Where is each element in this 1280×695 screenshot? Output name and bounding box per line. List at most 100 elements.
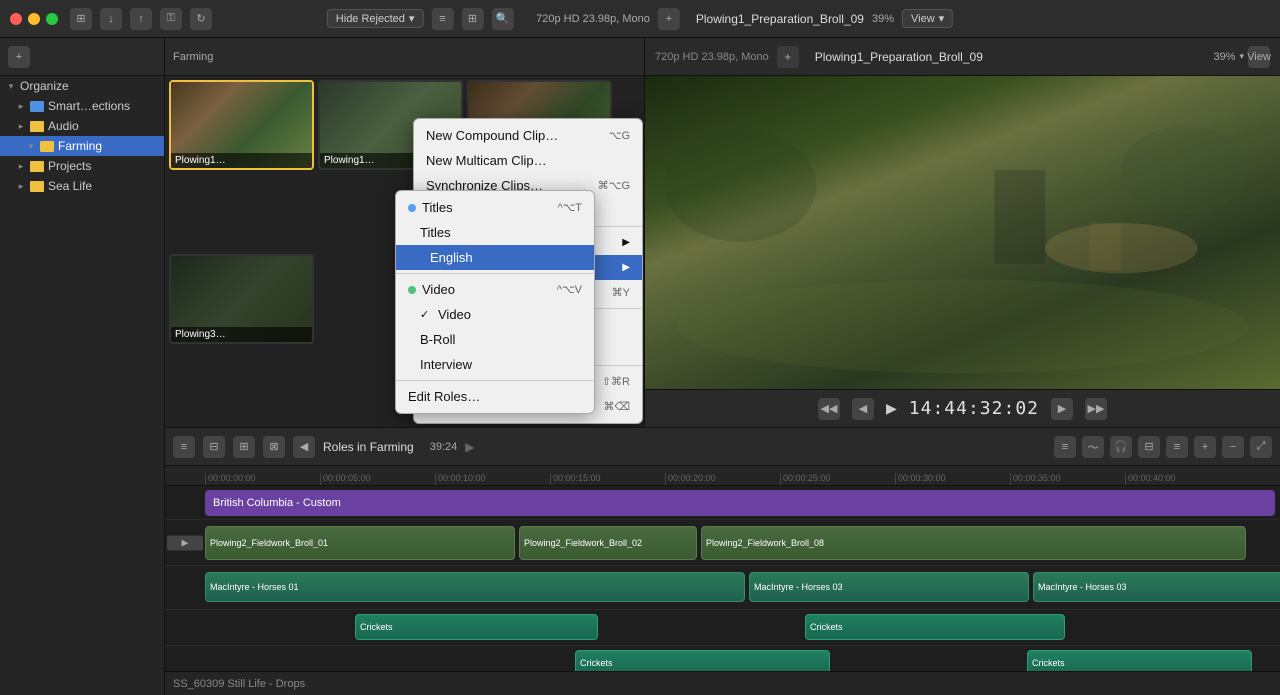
submenu-assign-video: Titles ^⌥T Titles English Video ^⌥V — [395, 190, 595, 414]
cricket-clip-2a[interactable]: Crickets — [575, 650, 830, 671]
audio-clip-horses-03b[interactable]: MacIntyre - Horses 03 — [1033, 572, 1280, 602]
fullscreen-icon[interactable]: ⤢ — [1250, 436, 1272, 458]
share-icon[interactable]: ↑ — [130, 8, 152, 30]
key-icon[interactable]: ⚿ — [160, 8, 182, 30]
timeline-ruler: 00:00:00:00 00:00:05:00 00:00:10:00 00:0… — [165, 466, 1280, 486]
submenu-video-checked[interactable]: ✓ Video — [396, 302, 594, 327]
chevron-down-icon-2: ▾ — [939, 12, 945, 25]
clip-thumb-4[interactable]: Plowing3… — [169, 254, 314, 344]
clip-appearance-icon[interactable]: ≡ — [431, 8, 453, 30]
cricket-2b-label: Crickets — [1032, 658, 1065, 668]
maximize-button[interactable] — [46, 13, 58, 25]
video-clip-3[interactable]: Plowing2_Fieldwork_Broll_08 — [701, 526, 1246, 560]
ruler-40: 00:00:40:00 — [1125, 473, 1240, 485]
play-button[interactable]: ▶ — [886, 400, 897, 417]
background-tasks-icon[interactable]: ↻ — [190, 8, 212, 30]
shortcut-move-trash: ⌘⌫ — [603, 400, 630, 413]
sidebar-item-sealife[interactable]: ▸ Sea Life — [0, 176, 164, 196]
shortcut-synchronize: ⌘⌥G — [598, 179, 630, 192]
media-import-icon[interactable]: ↓ — [100, 8, 122, 30]
viewer-clip-name: Plowing1_Preparation_Broll_09 — [696, 12, 864, 26]
ruler-35: 00:00:35:00 — [1010, 473, 1125, 485]
waveform-icon[interactable]: 〜 — [1082, 436, 1104, 458]
title-clip[interactable]: British Columbia - Custom — [205, 490, 1275, 516]
viewer-frame-fwd[interactable]: ▶ — [1051, 398, 1073, 420]
sidebar-item-smart[interactable]: ▸ Smart…ections — [0, 96, 164, 116]
clip-height-icon[interactable]: ≡ — [1054, 436, 1076, 458]
dual-view-icon[interactable]: ⊟ — [1138, 436, 1160, 458]
track-audio-horses: MacIntyre - Horses 01 MacIntyre - Horses… — [165, 566, 1280, 610]
submenu-broll[interactable]: B-Roll — [396, 327, 594, 352]
view-button[interactable]: View ▾ — [902, 9, 953, 28]
submenu-edit-roles[interactable]: Edit Roles… — [396, 384, 594, 409]
submenu-titles-sub[interactable]: Titles — [396, 220, 594, 245]
search-icon[interactable]: 🔍 — [491, 8, 513, 30]
timeline-view-1[interactable]: ⊟ — [203, 436, 225, 458]
sidebar-sealife-label: Sea Life — [48, 179, 92, 193]
chevron-down-zoom: ▾ — [1239, 51, 1244, 62]
video-clip-2[interactable]: Plowing2_Fieldwork_Broll_02 — [519, 526, 697, 560]
audio-clip-horses-01[interactable]: MacIntyre - Horses 01 — [205, 572, 745, 602]
libraries-icon[interactable]: ⊞ — [70, 8, 92, 30]
audio-folder-icon — [30, 121, 44, 132]
shortcut-video: ^⌥V — [557, 283, 582, 296]
cricket-2a-label: Crickets — [580, 658, 613, 668]
view-options-button[interactable]: View — [1248, 46, 1270, 68]
close-button[interactable] — [10, 13, 22, 25]
zoom-percentage: 39% — [1213, 51, 1235, 63]
shortcut-reveal-finder: ⇧⌘R — [602, 375, 630, 388]
chevron-down-icon-3: ▾ — [6, 81, 16, 92]
timeline-view-3[interactable]: ⊠ — [263, 436, 285, 458]
cricket-clip-2b[interactable]: Crickets — [1027, 650, 1252, 671]
menu-label-new-compound: New Compound Clip… — [426, 128, 558, 143]
audio-icon[interactable]: 🎧 — [1110, 436, 1132, 458]
zoom-out-icon[interactable]: − — [1222, 436, 1244, 458]
back-nav[interactable]: ◀ — [293, 436, 315, 458]
hide-rejected-button[interactable]: Hide Rejected ▾ — [327, 9, 424, 28]
zoom-in-icon[interactable]: + — [1194, 436, 1216, 458]
index-button[interactable]: ≡ — [173, 436, 195, 458]
sealife-folder-icon — [30, 181, 44, 192]
sidebar-organize-label: Organize — [20, 79, 69, 93]
menu-new-compound[interactable]: New Compound Clip… ⌥G — [414, 123, 642, 148]
viewer-left-icon[interactable]: ◀◀ — [818, 398, 840, 420]
add-to-timeline-icon[interactable]: + — [658, 8, 680, 30]
add-to-timeline-btn[interactable]: + — [777, 46, 799, 68]
video-clip-3-label: Plowing2_Fieldwork_Broll_08 — [706, 538, 824, 548]
titlebar-left-icons: ⊞ ↓ ↑ ⚿ ↻ — [70, 8, 212, 30]
cricket-clip-1a[interactable]: Crickets — [355, 614, 598, 640]
cricket-clip-1b[interactable]: Crickets — [805, 614, 1065, 640]
timeline-toolbar: ≡ ⊟ ⊞ ⊠ ◀ Roles in Farming 39:24 ▶ ≡ 〜 🎧… — [165, 428, 1280, 466]
sidebar-item-farming[interactable]: ▾ Farming — [0, 136, 164, 156]
sidebar-item-projects[interactable]: ▸ Projects — [0, 156, 164, 176]
submenu-sep-1 — [396, 273, 594, 274]
submenu-interview[interactable]: Interview — [396, 352, 594, 377]
browser-filter-label: Farming — [173, 51, 213, 63]
timeline-view-2[interactable]: ⊞ — [233, 436, 255, 458]
video-clip-1[interactable]: Plowing2_Fieldwork_Broll_01 — [205, 526, 515, 560]
viewer-right-icon[interactable]: ▶▶ — [1085, 398, 1107, 420]
sidebar-item-organize[interactable]: ▾ Organize — [0, 76, 164, 96]
filter-icon[interactable]: ⊞ — [461, 8, 483, 30]
nav-arrow-right[interactable]: ▶ — [465, 440, 474, 454]
shortcut-titles: ^⌥T — [557, 201, 582, 214]
content-area: Farming Plowing1… Plowing1… Plowing2… — [165, 38, 1280, 695]
submenu-video-main[interactable]: Video ^⌥V — [396, 277, 594, 302]
ruler-10: 00:00:10:00 — [435, 473, 550, 485]
clip-thumb-1[interactable]: Plowing1… — [169, 80, 314, 170]
zoom-controls: 39% ▾ View — [1213, 46, 1270, 68]
submenu-titles-main[interactable]: Titles ^⌥T — [396, 195, 594, 220]
audio-clip-horses-03a[interactable]: MacIntyre - Horses 03 — [749, 572, 1029, 602]
cricket-1b-label: Crickets — [810, 622, 843, 632]
sidebar-item-audio[interactable]: ▸ Audio — [0, 116, 164, 136]
roles-icon[interactable]: ≡ — [1166, 436, 1188, 458]
minimize-button[interactable] — [28, 13, 40, 25]
menu-new-multicam[interactable]: New Multicam Clip… — [414, 148, 642, 173]
titlebar-center: Hide Rejected ▾ ≡ ⊞ 🔍 720p HD 23.98p, Mo… — [327, 8, 953, 30]
audio-label-horses-03b: MacIntyre - Horses 03 — [1038, 582, 1127, 592]
viewer-frame-back[interactable]: ◀ — [852, 398, 874, 420]
submenu-english[interactable]: English — [396, 245, 594, 270]
add-library-icon[interactable]: + — [8, 46, 30, 68]
browser: Farming Plowing1… Plowing1… Plowing2… — [165, 38, 645, 427]
submenu-label-titles-sub: Titles — [420, 225, 451, 240]
